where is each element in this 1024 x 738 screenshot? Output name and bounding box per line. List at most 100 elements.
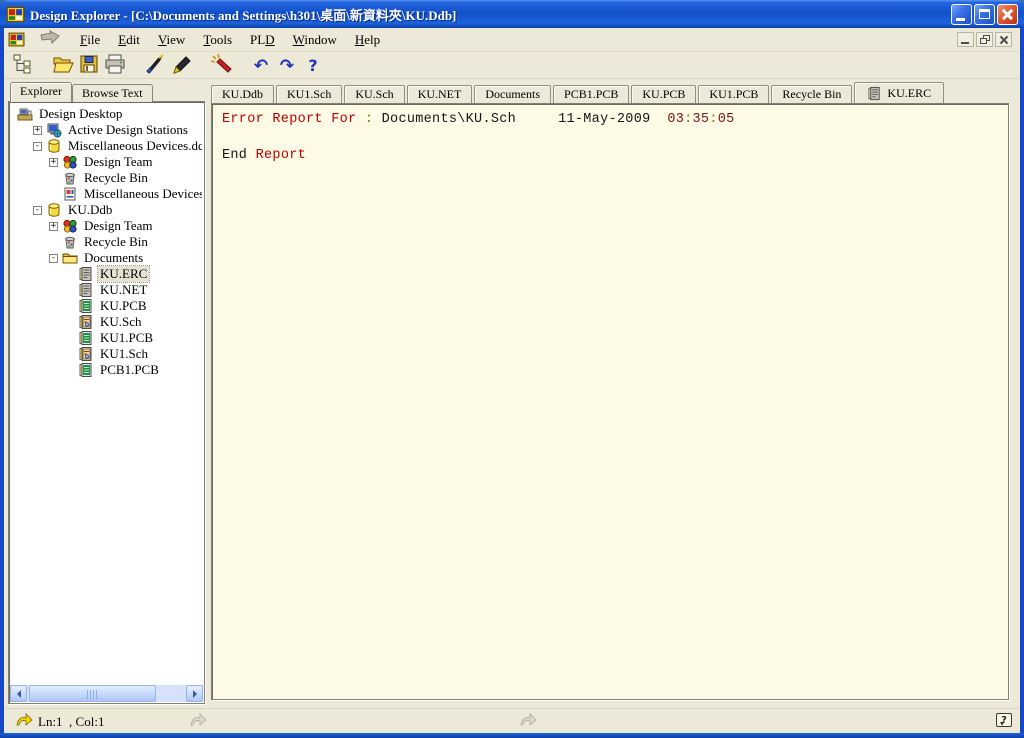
tree-item-ku-ddb[interactable]: - KU.Ddb bbox=[11, 202, 202, 218]
panel-tab-browse-text[interactable]: Browse Text bbox=[72, 84, 153, 102]
document-tab-bar: KU.Ddb KU1.SchKU.Sch KU.NET Documents PCB1.P… bbox=[204, 82, 1016, 103]
window-title: Design Explorer - [C:\Documents and Sett… bbox=[30, 5, 949, 24]
database-icon bbox=[46, 138, 62, 154]
tree-item-miscellaneous-devices-ddb[interactable]: - Miscellaneous Devices.ddb bbox=[11, 138, 202, 154]
menu-tools[interactable]: Tools bbox=[194, 30, 241, 50]
tool-bar: ↶↷? bbox=[4, 53, 1020, 79]
tree-item-label: KU1.Sch bbox=[98, 346, 150, 362]
doc-tab-label: KU1.PCB bbox=[709, 86, 758, 103]
redo-button[interactable]: ↷ bbox=[274, 54, 300, 78]
menu-help[interactable]: Help bbox=[346, 30, 389, 50]
menu-view[interactable]: View bbox=[149, 30, 194, 50]
horizontal-scrollbar[interactable] bbox=[10, 685, 203, 702]
scroll-thumb[interactable] bbox=[29, 685, 156, 702]
expand-icon[interactable]: + bbox=[49, 158, 58, 167]
tree-item-active-design-stations[interactable]: +Active Design Stations bbox=[11, 122, 202, 138]
doc-tab-ku1-sch[interactable]: KU1.Sch bbox=[276, 85, 342, 103]
tree-item-ku-pcb[interactable]: KU.PCB bbox=[11, 298, 202, 314]
doc-tab-label: KU.PCB bbox=[642, 86, 685, 103]
panel-tab-explorer[interactable]: Explorer bbox=[10, 82, 72, 102]
pen-tool-button[interactable] bbox=[168, 54, 194, 78]
window-body: FileEditViewToolsPLDWindowHelp ↶↷? Explo… bbox=[4, 28, 1020, 733]
save-button[interactable] bbox=[76, 54, 102, 78]
knife-tool-button[interactable] bbox=[142, 54, 168, 78]
collapse-icon[interactable]: - bbox=[49, 254, 58, 263]
tree-item-documents[interactable]: -Documents bbox=[11, 250, 202, 266]
menu-window[interactable]: Window bbox=[284, 30, 346, 50]
mdi-close-button[interactable] bbox=[995, 32, 1012, 47]
expand-icon[interactable]: + bbox=[49, 222, 58, 231]
pen-tool-icon bbox=[170, 53, 192, 79]
line-col-indicator: Ln:1 , Col:1 bbox=[38, 714, 104, 730]
tree-item-miscellaneous-devices-lib[interactable]: Miscellaneous Devices.lib bbox=[11, 186, 202, 202]
folder-icon bbox=[62, 250, 78, 266]
doc-tab-ku-erc[interactable]: KU.ERC bbox=[854, 82, 944, 103]
scroll-right-button[interactable] bbox=[186, 685, 203, 702]
tree-item-ku-sch[interactable]: KU.Sch bbox=[11, 314, 202, 330]
doc-tab-label: KU.NET bbox=[418, 86, 462, 103]
undo-button[interactable]: ↶ bbox=[248, 54, 274, 78]
tree-view-button[interactable] bbox=[10, 54, 36, 78]
tree-item-design-team[interactable]: +Design Team bbox=[11, 154, 202, 170]
design-explorer-window: Design Explorer - [C:\Documents and Sett… bbox=[0, 0, 1024, 738]
tree-item-label: KU1.PCB bbox=[98, 330, 155, 346]
minimize-button[interactable] bbox=[951, 4, 972, 25]
title-bar[interactable]: Design Explorer - [C:\Documents and Sett… bbox=[0, 0, 1024, 28]
tree-item-design-team[interactable]: +Design Team bbox=[11, 218, 202, 234]
print-button[interactable] bbox=[102, 54, 128, 78]
help-bubble-icon[interactable]: ? bbox=[996, 713, 1012, 727]
tree-item-ku1-sch[interactable]: KU1.Sch bbox=[11, 346, 202, 362]
doc-tab-label: KU.Ddb bbox=[222, 86, 263, 103]
menu-edit[interactable]: Edit bbox=[109, 30, 149, 50]
open-folder-button[interactable] bbox=[50, 54, 76, 78]
save-icon bbox=[78, 53, 100, 79]
tree-container: Design Desktop+Active Design Stations - Mi… bbox=[8, 101, 205, 704]
tree-item-ku1-pcb[interactable]: KU1.PCB bbox=[11, 330, 202, 346]
tree-item-recycle-bin[interactable]: Recycle Bin bbox=[11, 234, 202, 250]
report-view[interactable]: Error Report For : Documents\KU.Sch 11-M… bbox=[211, 103, 1009, 700]
doc-tab-label: Recycle Bin bbox=[782, 86, 841, 103]
tree-item-pcb1-pcb[interactable]: PCB1.PCB bbox=[11, 362, 202, 378]
menu-bar: FileEditViewToolsPLDWindowHelp bbox=[4, 28, 1020, 52]
doc-tab-ku-pcb[interactable]: KU.PCB bbox=[631, 85, 696, 103]
expand-icon[interactable]: + bbox=[33, 126, 42, 135]
tree-item-recycle-bin[interactable]: Recycle Bin bbox=[11, 170, 202, 186]
textdoc-icon bbox=[867, 86, 882, 101]
close-button[interactable] bbox=[997, 4, 1018, 25]
tree-item-label: KU.Ddb bbox=[66, 202, 114, 218]
doc-tab-recycle-bin[interactable]: Recycle Bin bbox=[771, 85, 852, 103]
app-icon bbox=[6, 5, 25, 24]
doc-tab-pcb1-pcb[interactable]: PCB1.PCB bbox=[553, 85, 629, 103]
collapse-icon[interactable]: - bbox=[33, 142, 42, 151]
tree-item-ku-erc[interactable]: KU.ERC bbox=[11, 266, 202, 282]
scroll-track[interactable] bbox=[27, 685, 186, 702]
scroll-right-icon bbox=[193, 690, 201, 698]
tree-item-label: Miscellaneous Devices.lib bbox=[82, 186, 202, 202]
doc-tab-label: PCB1.PCB bbox=[564, 86, 618, 103]
explorer-panel: ExplorerBrowse Text Design Desktop+Activ… bbox=[8, 82, 205, 704]
menu-drop-arrow-icon[interactable] bbox=[39, 30, 61, 50]
mdi-minimize-button[interactable] bbox=[957, 32, 974, 47]
tree-item-ku-net[interactable]: KU.NET bbox=[11, 282, 202, 298]
document-area: KU.Ddb KU1.SchKU.Sch KU.NET Documents PCB1.P… bbox=[204, 82, 1016, 704]
help-button[interactable]: ? bbox=[300, 54, 326, 78]
tree-item-label: Miscellaneous Devices.ddb bbox=[66, 138, 202, 154]
doc-tab-ku-ddb[interactable]: KU.Ddb bbox=[211, 85, 274, 103]
collapse-icon[interactable]: - bbox=[33, 206, 42, 215]
doc-tab-ku-sch[interactable]: KU.Sch bbox=[344, 85, 404, 103]
maximize-button[interactable] bbox=[974, 4, 995, 25]
doc-tab-documents[interactable]: Documents bbox=[474, 85, 551, 103]
spark-wand-icon bbox=[210, 53, 232, 79]
menu-pld[interactable]: PLD bbox=[241, 30, 284, 50]
mdi-restore-button[interactable] bbox=[976, 32, 993, 47]
doc-tab-ku-net[interactable]: KU.NET bbox=[407, 85, 473, 103]
spark-wand-button[interactable] bbox=[208, 54, 234, 78]
tree-view-icon bbox=[12, 53, 34, 79]
team-icon bbox=[62, 154, 78, 170]
tree-item-design-desktop[interactable]: Design Desktop bbox=[11, 106, 202, 122]
status-bar: Ln:1 , Col:1 ? bbox=[4, 708, 1020, 733]
scroll-left-button[interactable] bbox=[10, 685, 27, 702]
pcbdoc-icon bbox=[78, 330, 94, 346]
menu-file[interactable]: File bbox=[71, 30, 109, 50]
doc-tab-ku1-pcb[interactable]: KU1.PCB bbox=[698, 85, 769, 103]
